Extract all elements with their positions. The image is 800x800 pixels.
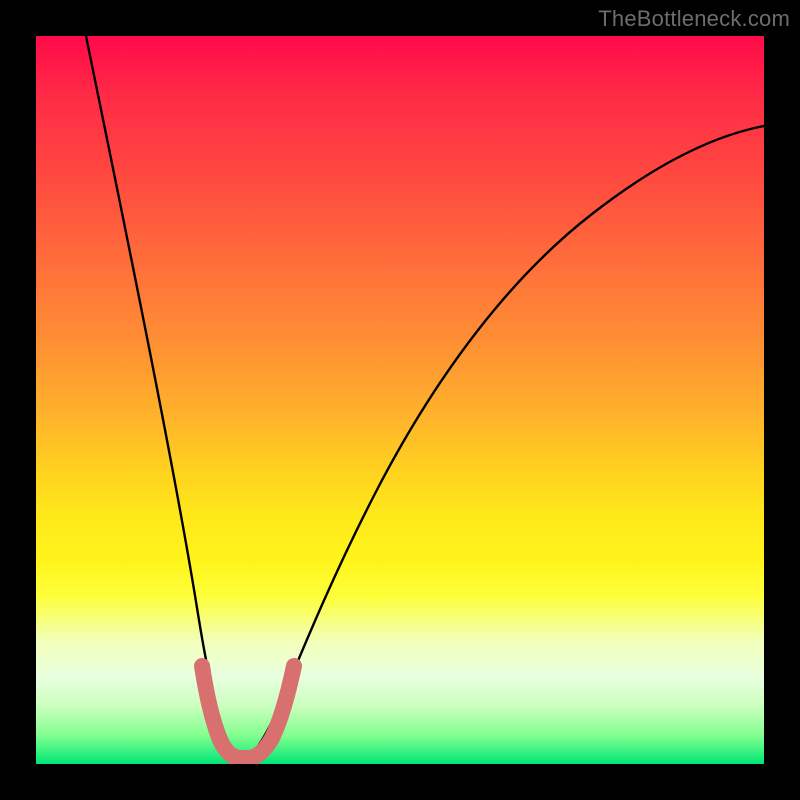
watermark-text: TheBottleneck.com [598, 6, 790, 32]
chart-frame: TheBottleneck.com [0, 0, 800, 800]
bottleneck-curve [86, 36, 764, 756]
plot-area [36, 36, 764, 764]
optimal-band [202, 666, 294, 758]
curve-layer [36, 36, 764, 764]
